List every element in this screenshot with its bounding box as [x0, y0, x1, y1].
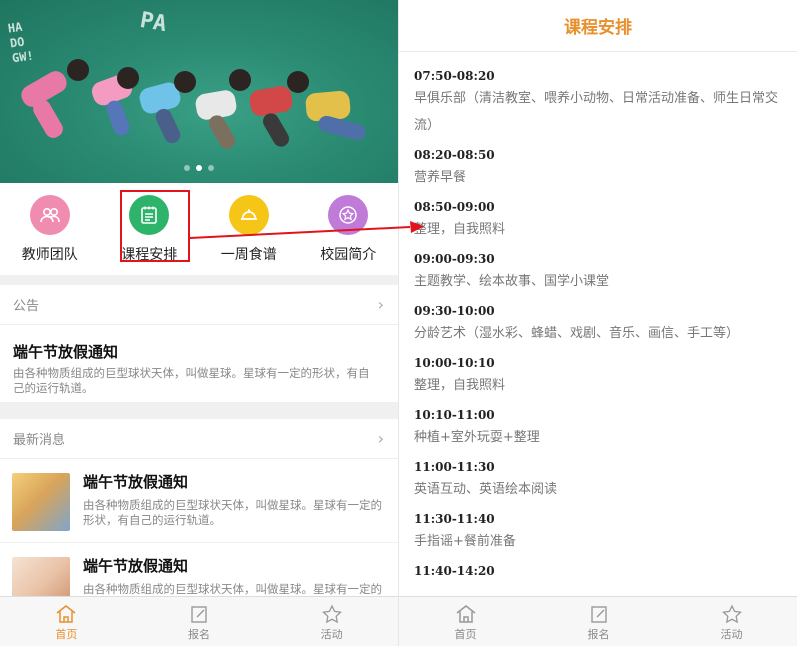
- tab-home-label: 首页: [55, 628, 78, 641]
- home-icon: [56, 605, 76, 623]
- dish-icon: [228, 195, 269, 235]
- banner-carousel[interactable]: HA DO GW! PA: [0, 0, 398, 183]
- schedule-activity: 营养早餐: [414, 170, 467, 185]
- schedule-list: 07:50-08:20 早俱乐部（清洁教室、喂养小动物、日常活动准备、师生日常交流…: [399, 52, 797, 580]
- schedule-header: 课程安排: [399, 0, 797, 52]
- notice-header-label: 公告: [13, 299, 40, 314]
- home-icon: [456, 605, 475, 623]
- carousel-dot[interactable]: [208, 165, 214, 171]
- tab-activity-label: 活动: [320, 628, 343, 641]
- notice-title: 端午节放假通知: [13, 343, 119, 361]
- tab-signup-label: 报名: [587, 628, 610, 641]
- list-item[interactable]: 端午节放假通知 由各种物质组成的巨型球状天体，叫做星球。星球有一定的形状，有自己…: [0, 459, 398, 543]
- quick-item-menu[interactable]: 一周食谱: [199, 183, 299, 275]
- signup-icon: [590, 606, 607, 623]
- tab-signup[interactable]: 报名: [133, 597, 266, 646]
- star-badge-icon: [328, 195, 369, 235]
- signup-icon: [191, 606, 207, 623]
- home-screen: HA DO GW! PA 教师团队 课程安排 一周食谱 校园简介 公告 › 端午…: [0, 0, 398, 646]
- carousel-dots: [0, 165, 398, 171]
- news-desc: 由各种物质组成的巨型球状天体，叫做星球。星球有一定的形状，有自己的运行轨道。: [83, 498, 382, 527]
- news-title: 端午节放假通知: [83, 473, 189, 491]
- tab-activity[interactable]: 活动: [665, 597, 797, 646]
- quick-label-menu: 一周食谱: [220, 247, 277, 263]
- tab-home[interactable]: 首页: [399, 597, 532, 646]
- highlight-box: [120, 190, 190, 262]
- schedule-time: 07:50-08:20: [414, 69, 495, 83]
- quick-label-teachers: 教师团队: [21, 247, 78, 263]
- news-thumbnail: [12, 557, 70, 596]
- schedule-activity: 整理，自我照料: [414, 378, 506, 393]
- schedule-time: 11:40-14:20: [414, 564, 495, 578]
- bottom-tabbar: 首页 报名 活动: [0, 596, 398, 646]
- quick-item-teachers[interactable]: 教师团队: [0, 183, 100, 275]
- schedule-time: 10:00-10:10: [414, 356, 495, 370]
- teachers-icon: [29, 195, 70, 235]
- notice-desc: 由各种物质组成的巨型球状天体，叫做星球。星球有一定的形状，有自己的运行轨道。: [13, 366, 370, 395]
- notice-card[interactable]: 公告 › 端午节放假通知 由各种物质组成的巨型球状天体，叫做星球。星球有一定的形…: [0, 285, 398, 402]
- schedule-activity: 手指谣+餐前准备: [414, 534, 516, 549]
- star-icon: [721, 604, 742, 624]
- chevron-right-icon: ›: [377, 429, 384, 448]
- chevron-right-icon: ›: [377, 295, 384, 314]
- schedule-time: 09:30-10:00: [414, 304, 495, 318]
- schedule-activity: 种植+室外玩耍+整理: [414, 430, 540, 445]
- star-icon: [321, 604, 342, 624]
- news-header[interactable]: 最新消息 ›: [0, 419, 398, 459]
- list-item[interactable]: 端午节放假通知 由各种物质组成的巨型球状天体，叫做星球。星球有一定的形状，有自己…: [0, 543, 398, 596]
- quick-item-intro[interactable]: 校园简介: [299, 183, 399, 275]
- tab-activity-label: 活动: [720, 628, 743, 641]
- schedule-time: 11:30-11:40: [414, 512, 495, 526]
- schedule-screen: 课程安排 07:50-08:20 早俱乐部（清洁教室、喂养小动物、日常活动准备、师…: [398, 0, 797, 646]
- children-photo-illustration: [21, 59, 366, 149]
- news-card: 最新消息 › 端午节放假通知 由各种物质组成的巨型球状天体，叫做星球。星球有一定…: [0, 419, 398, 596]
- notice-header[interactable]: 公告 ›: [0, 285, 398, 325]
- tab-signup-label: 报名: [188, 628, 210, 641]
- schedule-time: 08:50-09:00: [414, 200, 495, 214]
- schedule-activity: 主题教学、绘本故事、国学小课堂: [414, 274, 610, 289]
- quick-label-intro: 校园简介: [320, 247, 377, 263]
- news-header-label: 最新消息: [13, 433, 66, 448]
- schedule-activity: 早俱乐部（清洁教室、喂养小动物、日常活动准备、师生日常交流）: [414, 91, 779, 133]
- schedule-time: 10:10-11:00: [414, 408, 495, 422]
- schedule-time: 09:00-09:30: [414, 252, 495, 266]
- tab-home[interactable]: 首页: [0, 597, 133, 646]
- bottom-tabbar: 首页 报名 活动: [399, 596, 797, 646]
- tab-home-label: 首页: [454, 628, 477, 641]
- quick-menu: 教师团队 课程安排 一周食谱 校园简介: [0, 183, 398, 275]
- schedule-activity: 英语互动、英语绘本阅读: [414, 482, 558, 497]
- carousel-dot-active[interactable]: [196, 165, 202, 171]
- schedule-activity: 整理，自我照料: [414, 222, 506, 237]
- tab-activity[interactable]: 活动: [265, 597, 398, 646]
- schedule-activity: 分龄艺术（湿水彩、蜂蜡、戏剧、音乐、画信、手工等）: [414, 326, 740, 341]
- schedule-time: 08:20-08:50: [414, 148, 495, 162]
- tab-signup[interactable]: 报名: [532, 597, 665, 646]
- news-title: 端午节放假通知: [83, 557, 189, 575]
- news-desc: 由各种物质组成的巨型球状天体，叫做星球。星球有一定的形状，有自己的运行轨道。: [83, 582, 382, 596]
- news-thumbnail: [12, 473, 70, 531]
- page-title: 课程安排: [564, 18, 632, 38]
- schedule-time: 11:00-11:30: [414, 460, 495, 474]
- carousel-dot[interactable]: [184, 165, 190, 171]
